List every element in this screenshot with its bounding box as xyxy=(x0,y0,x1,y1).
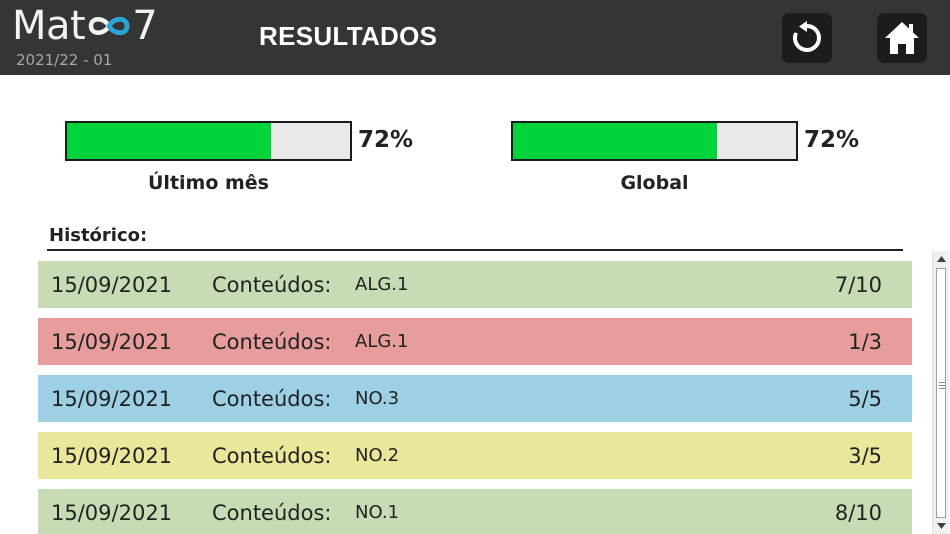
row-label: Conteúdos: xyxy=(212,500,332,525)
row-date: 15/09/2021 xyxy=(51,443,173,468)
refresh-icon xyxy=(793,21,821,52)
row-content-code: NO.3 xyxy=(355,388,400,409)
row-score: 7/10 xyxy=(834,272,882,297)
reset-button[interactable] xyxy=(782,13,832,63)
history-row[interactable]: 15/09/2021 Conteúdos: ALG.1 1/3 xyxy=(38,318,912,365)
history-scrollbar[interactable] xyxy=(932,251,949,534)
row-content-code: NO.2 xyxy=(355,445,400,466)
grip-line xyxy=(939,388,945,389)
row-date: 15/09/2021 xyxy=(51,272,173,297)
scroll-down-arrow-icon[interactable] xyxy=(933,518,950,534)
row-date: 15/09/2021 xyxy=(51,500,173,525)
infinity-icon xyxy=(86,11,132,41)
history-title: Histórico: xyxy=(49,225,148,246)
progress-bar-fill xyxy=(67,123,271,159)
history-list[interactable]: 15/09/2021 Conteúdos: ALG.1 7/10 15/09/2… xyxy=(38,261,912,534)
scrollbar-thumb[interactable] xyxy=(936,268,946,518)
progress-percent: 72% xyxy=(358,127,414,153)
row-score: 1/3 xyxy=(848,329,882,354)
grip-line xyxy=(939,385,945,386)
history-row[interactable]: 15/09/2021 Conteúdos: NO.3 5/5 xyxy=(38,375,912,422)
progress-bar-track xyxy=(511,121,798,161)
row-date: 15/09/2021 xyxy=(51,329,173,354)
app-logo: Mat 7 xyxy=(12,2,158,50)
home-icon xyxy=(885,22,919,54)
progress-bar-track xyxy=(65,121,352,161)
scroll-up-arrow-icon[interactable] xyxy=(933,251,950,267)
row-date: 15/09/2021 xyxy=(51,386,173,411)
row-content-code: NO.1 xyxy=(355,502,400,523)
home-button[interactable] xyxy=(877,13,927,63)
row-label: Conteúdos: xyxy=(212,443,332,468)
row-score: 5/5 xyxy=(848,386,882,411)
grip-line xyxy=(939,382,945,383)
progress-label: Último mês xyxy=(148,172,269,194)
row-label: Conteúdos: xyxy=(212,329,332,354)
page-title: RESULTADOS xyxy=(259,21,438,51)
progress-bar-fill xyxy=(513,123,717,159)
row-label: Conteúdos: xyxy=(212,272,332,297)
history-row[interactable]: 15/09/2021 Conteúdos: ALG.1 7/10 xyxy=(38,261,912,308)
logo-suffix: 7 xyxy=(132,3,158,49)
row-content-code: ALG.1 xyxy=(355,331,409,352)
version-label: 2021/22 - 01 xyxy=(16,51,113,69)
row-label: Conteúdos: xyxy=(212,386,332,411)
progress-label: Global xyxy=(620,172,689,194)
top-bar: Mat 7 2021/22 - 01 RESULTADOS xyxy=(0,0,950,75)
history-row[interactable]: 15/09/2021 Conteúdos: NO.2 3/5 xyxy=(38,432,912,479)
row-score: 8/10 xyxy=(834,500,882,525)
row-content-code: ALG.1 xyxy=(355,274,409,295)
history-row[interactable]: 15/09/2021 Conteúdos: NO.1 8/10 xyxy=(38,489,912,534)
history-divider xyxy=(47,249,903,251)
progress-percent: 72% xyxy=(804,127,860,153)
row-score: 3/5 xyxy=(848,443,882,468)
logo-prefix: Mat xyxy=(12,3,86,49)
